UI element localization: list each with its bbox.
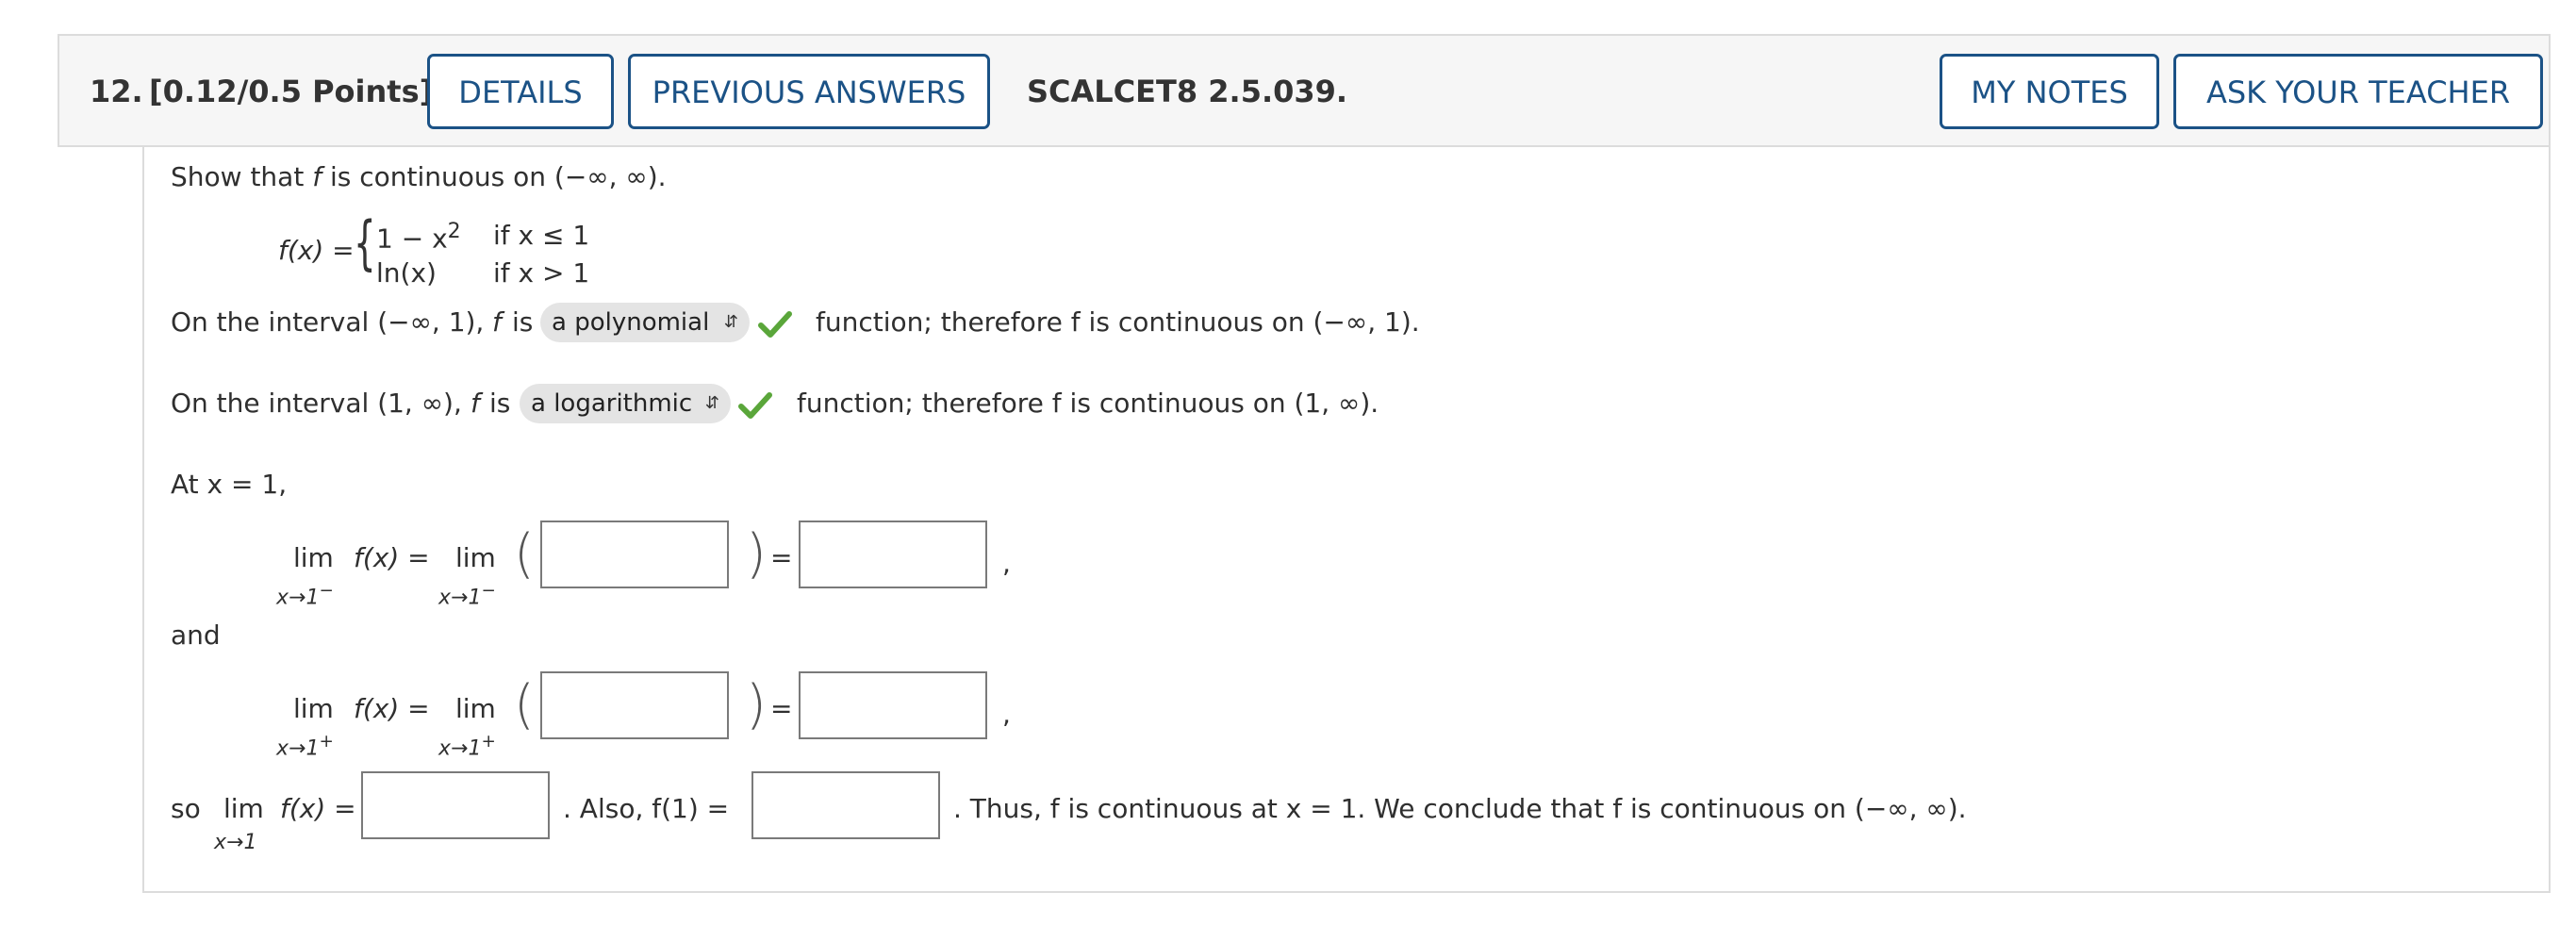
case1-condition: if x ≤ 1 [493,220,590,251]
at-x-text: At x = 1, [171,469,288,500]
left-lim2-sup: − [481,581,496,601]
left-lim2-sub-text: x→1 [438,586,482,610]
left-equals: = [770,542,793,573]
interval1-is: is [512,306,534,338]
interval2-is: is [489,388,511,419]
case1-exponent: 2 [447,220,461,243]
so-text: so [171,793,201,824]
right-lim2-label: lim [455,693,496,724]
left-lim-sub: x→1− [276,574,334,615]
interval2-selected-value: a logarithmic [531,389,693,418]
question-body: Show that f is continuous on (−∞, ∞). f(… [142,147,2551,893]
right-lim2-sub-text: x→1 [438,736,482,761]
right-lim2-sub: x→1+ [438,725,496,766]
left-limit-expr-input[interactable] [540,521,729,588]
case1-expr: 1 − x2 [376,215,461,256]
previous-answers-button[interactable]: PREVIOUS ANSWERS [628,54,990,129]
conclusion-text: . Thus, f is continuous at x = 1. We con… [953,793,1967,824]
final-fx-eq: f(x) = [280,793,356,824]
updown-chevron-icon: ⇵ [723,312,738,332]
final-lim-sub: x→1 [214,831,257,854]
details-button[interactable]: DETAILS [427,54,614,129]
question-points: [0.12/0.5 Points] [149,74,434,109]
right-lim2-sup: + [481,732,496,752]
checkmark-icon [758,311,792,338]
intro-f: f [312,161,322,192]
right-fx-eq: f(x) = [354,693,430,724]
case2-expr: ln(x) [376,257,437,289]
right-lim-sub: x→1+ [276,725,334,766]
interval1-selected-value: a polynomial [552,308,710,337]
intro-pre: Show that [171,161,313,192]
f1-value-input[interactable] [751,771,940,839]
ask-your-teacher-button[interactable]: ASK YOUR TEACHER [2173,54,2543,129]
left-open-paren: ( [514,523,535,585]
interval2-function-select[interactable]: a logarithmic ⇵ [520,384,731,423]
right-open-paren: ( [514,674,535,735]
left-limit-value-input[interactable] [799,521,987,588]
left-lim2-sub: x→1− [438,574,496,615]
interval2-suffix: function; therefore f is continuous on (… [797,388,1379,419]
right-lim-label: lim [293,693,334,724]
right-close-paren: ) [746,674,767,735]
limit-value-input[interactable] [361,771,550,839]
and-text: and [171,620,221,651]
interval1-function-select[interactable]: a polynomial ⇵ [540,303,750,342]
piecewise-brace: { [354,208,376,277]
intro-post: is continuous on (−∞, ∞). [322,161,667,192]
left-lim-sup: − [319,581,334,601]
question-code: SCALCET8 2.5.039. [1027,74,1348,109]
left-comma: , [1002,548,1011,579]
left-lim2-label: lim [455,542,496,573]
left-close-paren: ) [746,523,767,585]
case2-condition: if x > 1 [493,257,590,289]
left-lim-sub-text: x→1 [276,586,320,610]
final-lim-label: lim [223,793,264,824]
right-equals: = [770,693,793,724]
piecewise-lhs: f(x) = [278,235,355,266]
also-text: . Also, f(1) = [563,793,730,824]
left-fx-eq: f(x) = [354,542,430,573]
question-header: 12. [0.12/0.5 Points] DETAILS PREVIOUS A… [58,34,2551,147]
right-lim-sub-text: x→1 [276,736,320,761]
case1-expr-text: 1 − x [376,223,448,255]
left-lim-label: lim [293,542,334,573]
right-lim-sup: + [319,732,334,752]
intro-text: Show that f is continuous on (−∞, ∞). [171,160,667,194]
right-limit-value-input[interactable] [799,671,987,739]
interval1-prefix: On the interval (−∞, 1), [171,306,485,338]
my-notes-button[interactable]: MY NOTES [1940,54,2159,129]
interval2-prefix: On the interval (1, ∞), [171,388,462,419]
interval1-suffix: function; therefore f is continuous on (… [816,306,1420,338]
question-number: 12. [90,74,143,109]
updown-chevron-icon: ⇵ [704,393,719,413]
interval1-f: f [492,306,502,338]
right-comma: , [1002,699,1011,730]
checkmark-icon [738,392,772,419]
interval2-f: f [471,388,480,419]
right-limit-expr-input[interactable] [540,671,729,739]
